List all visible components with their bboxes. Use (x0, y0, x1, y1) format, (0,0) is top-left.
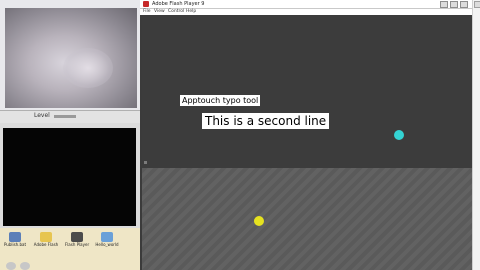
minimize-button[interactable] (440, 1, 448, 8)
flash-player-window: Adobe Flash Player 9 File View Control H… (140, 0, 472, 270)
app-icon (71, 232, 83, 242)
yellow-touch-point[interactable] (254, 216, 264, 226)
desktop-icon-label: Hello_world (95, 242, 119, 247)
desktop-icon-2[interactable]: Adobe Flash (33, 232, 59, 247)
level-slider-bar: Level (0, 110, 140, 124)
screen: Level Publish.bat Adobe Flash Flash Play… (0, 0, 480, 270)
stage-marker (144, 161, 147, 164)
webcam-feed (5, 8, 137, 108)
desktop-icon-label: Flash Player (64, 242, 90, 247)
close-button[interactable] (460, 1, 468, 8)
tray-icon[interactable] (6, 262, 16, 270)
text-label-large[interactable]: This is a second line (202, 113, 330, 129)
menu-bar: File View Control Help (140, 9, 472, 15)
slider-label: Level (34, 112, 50, 119)
vertical-scrollbar[interactable] (472, 0, 480, 270)
desktop-icon-3[interactable]: Flash Player (64, 232, 90, 247)
app-icon (101, 232, 113, 242)
scroll-up-button[interactable] (474, 1, 480, 8)
tracking-view (3, 128, 136, 226)
menu-file[interactable]: File (143, 9, 151, 15)
text-label-small[interactable]: Apptouch typo tool (180, 95, 261, 106)
menu-help[interactable]: Help (186, 9, 196, 15)
tray-icon[interactable] (20, 262, 30, 270)
stage-lower[interactable] (142, 168, 472, 270)
webcam-subject (63, 48, 113, 88)
desktop-icon-4[interactable]: Hello_world (94, 232, 120, 247)
desktop-icon-1[interactable]: Publish.bat (2, 232, 28, 247)
folder-icon (40, 232, 52, 242)
window-controls (440, 1, 468, 8)
desktop-icon-label: Publish.bat (3, 242, 27, 247)
maximize-button[interactable] (450, 1, 458, 8)
window-title: Adobe Flash Player 9 (152, 1, 205, 7)
flash-app-icon (143, 1, 149, 7)
webcam-window (0, 0, 140, 112)
desktop-icon-label: Adobe Flash (33, 242, 59, 247)
title-bar[interactable]: Adobe Flash Player 9 (140, 0, 472, 9)
stage-upper[interactable] (142, 16, 472, 168)
level-slider[interactable] (54, 115, 76, 118)
cyan-touch-point[interactable] (394, 130, 404, 140)
file-icon (9, 232, 21, 242)
menu-control[interactable]: Control (168, 9, 184, 15)
menu-view[interactable]: View (154, 9, 165, 15)
